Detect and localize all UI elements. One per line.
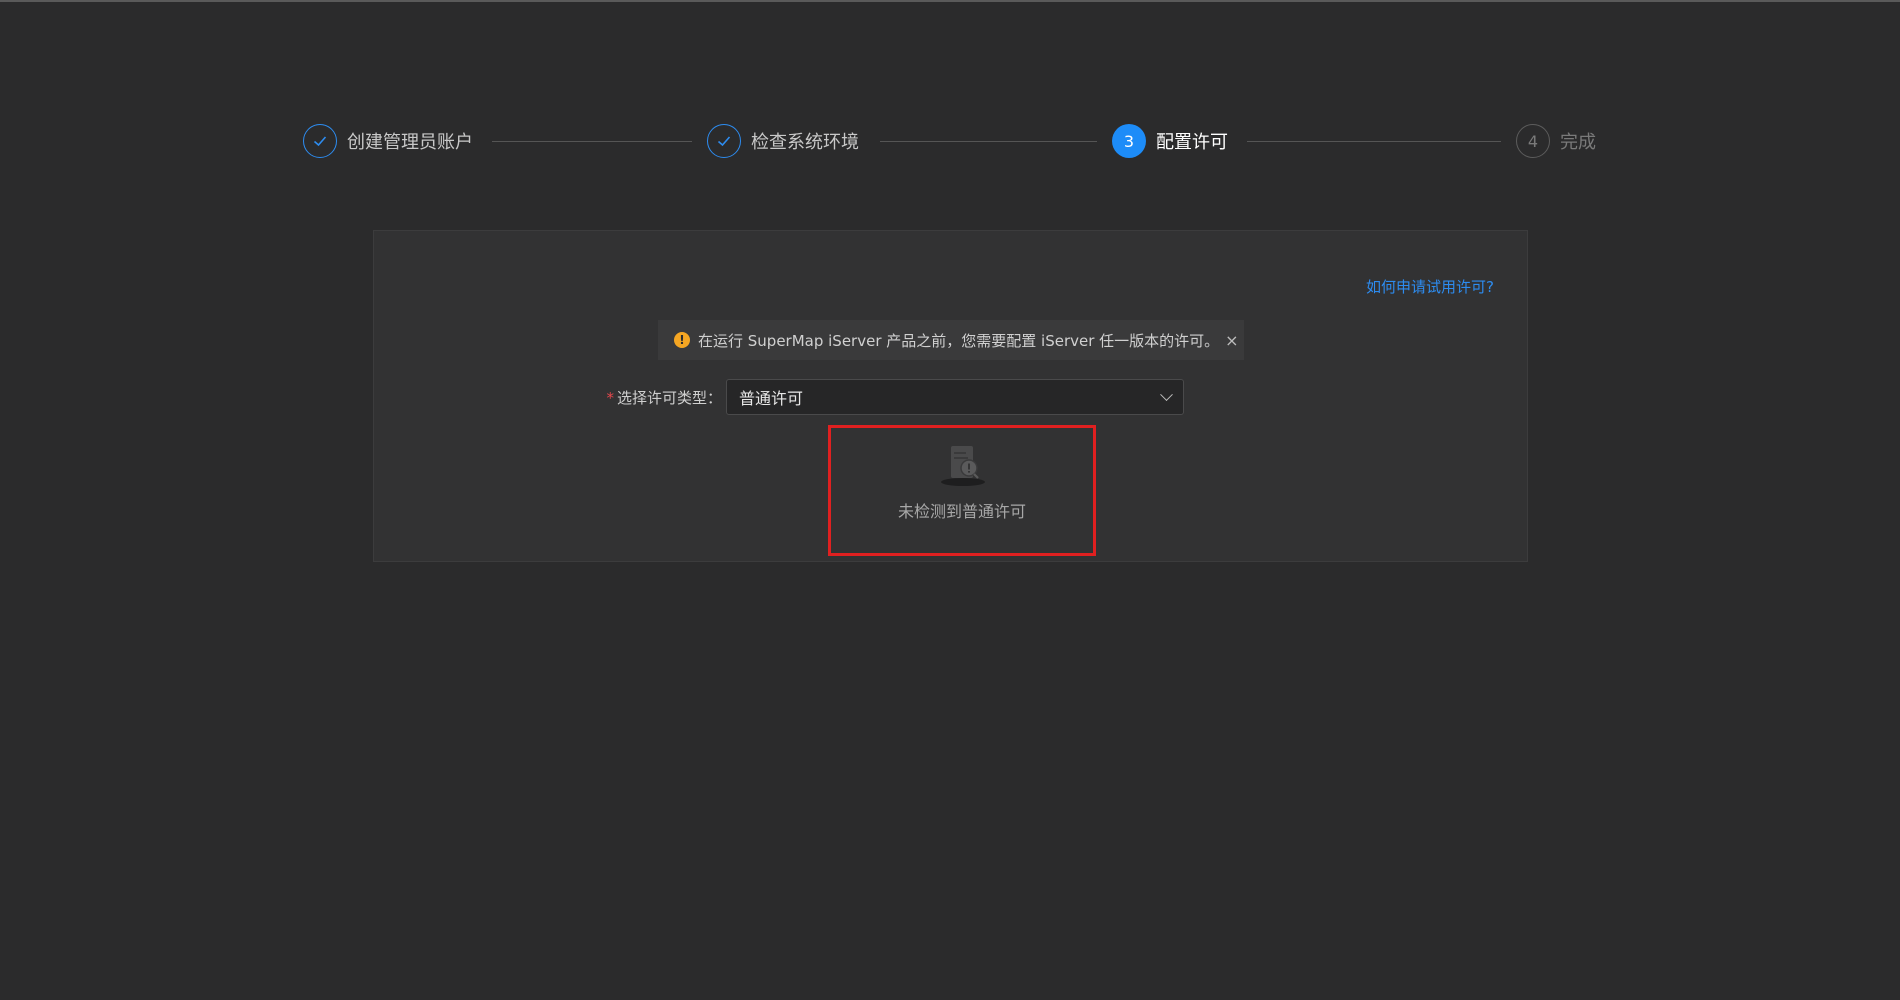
- step-label: 检查系统环境: [751, 132, 859, 153]
- license-type-label-text: 选择许可类型：: [616, 388, 722, 407]
- step-label: 完成: [1560, 132, 1596, 153]
- step-finish: 4 完成: [1516, 123, 1596, 159]
- no-license-highlight: 未检测到普通许可: [828, 425, 1096, 556]
- no-license-document-icon: [941, 446, 985, 486]
- license-type-value: 普通许可: [739, 389, 804, 408]
- step-connector: [492, 141, 692, 142]
- close-icon[interactable]: ×: [1225, 331, 1238, 350]
- license-setup-page: 创建管理员账户 检查系统环境 3 配置许可 4 完成 如何申请试用许可? ! 在…: [0, 0, 1900, 1000]
- step-number: 3: [1112, 124, 1146, 158]
- step-label: 配置许可: [1156, 132, 1228, 153]
- step-connector: [880, 141, 1097, 142]
- chevron-down-icon: [1160, 387, 1173, 401]
- step-configure-license: 3 配置许可: [1112, 123, 1228, 159]
- license-type-select[interactable]: 普通许可: [726, 379, 1184, 415]
- required-mark: *: [606, 388, 614, 407]
- top-border: [0, 0, 1900, 2]
- check-icon: [303, 124, 337, 158]
- alert-text: 在运行 SuperMap iServer 产品之前，您需要配置 iServer …: [698, 331, 1220, 350]
- step-connector: [1247, 141, 1501, 142]
- empty-state-text: 未检测到普通许可: [897, 502, 1026, 521]
- step-check-env: 检查系统环境: [707, 123, 859, 159]
- step-number: 4: [1516, 124, 1550, 158]
- setup-steps: 创建管理员账户 检查系统环境 3 配置许可 4 完成: [303, 123, 1598, 163]
- step-label: 创建管理员账户: [347, 132, 473, 153]
- license-warning-alert: ! 在运行 SuperMap iServer 产品之前，您需要配置 iServe…: [658, 320, 1244, 360]
- license-type-row: * 选择许可类型： 普通许可: [594, 379, 1184, 415]
- trial-license-help-link[interactable]: 如何申请试用许可?: [1366, 276, 1494, 297]
- step-create-admin: 创建管理员账户: [303, 123, 473, 159]
- license-card: 如何申请试用许可? ! 在运行 SuperMap iServer 产品之前，您需…: [373, 230, 1528, 562]
- check-icon: [707, 124, 741, 158]
- warning-icon: !: [674, 332, 690, 348]
- license-type-label: * 选择许可类型：: [594, 387, 722, 408]
